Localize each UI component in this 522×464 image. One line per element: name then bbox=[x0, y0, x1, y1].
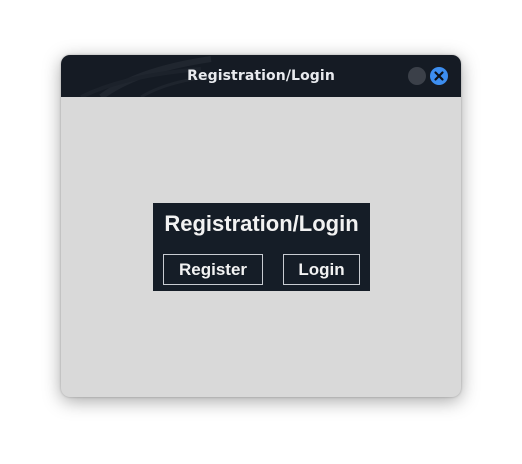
auth-panel: Registration/Login Register Login bbox=[153, 203, 370, 291]
close-button[interactable] bbox=[430, 67, 448, 85]
login-button[interactable]: Login bbox=[283, 254, 360, 285]
close-icon bbox=[434, 71, 444, 81]
window-content: Registration/Login Register Login bbox=[61, 97, 461, 397]
app-window: Registration/Login Registration/Login Re… bbox=[61, 55, 461, 397]
window-title: Registration/Login bbox=[187, 68, 335, 84]
panel-title: Registration/Login bbox=[164, 211, 359, 236]
register-button[interactable]: Register bbox=[163, 254, 263, 285]
minimize-button[interactable] bbox=[408, 67, 426, 85]
title-bar[interactable]: Registration/Login bbox=[61, 55, 461, 97]
